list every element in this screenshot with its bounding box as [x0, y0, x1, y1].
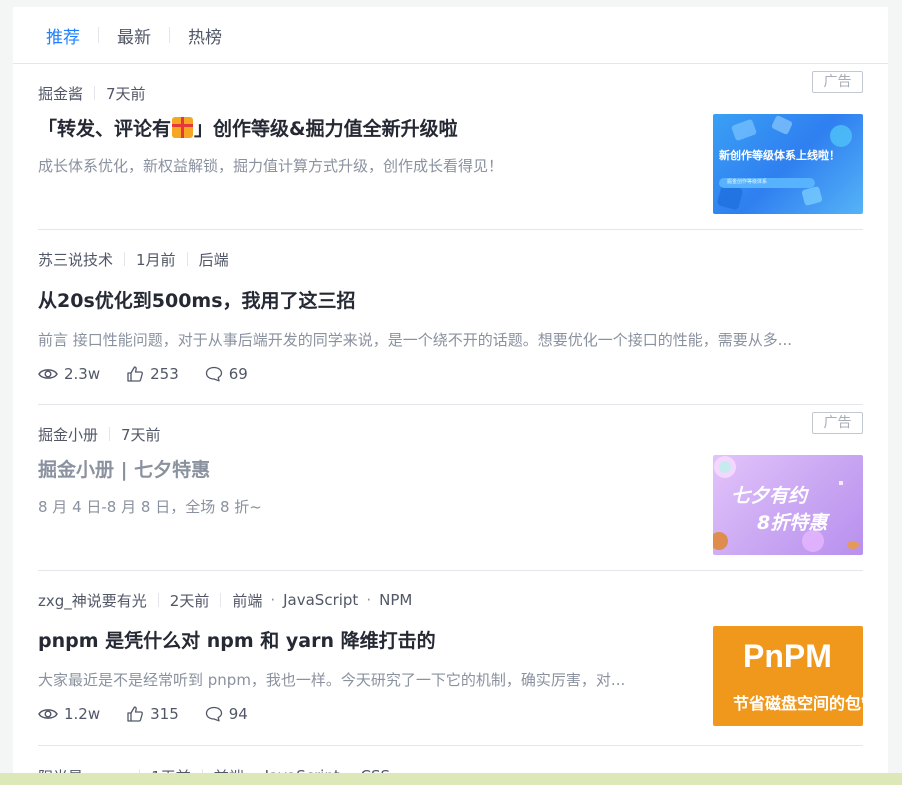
tag-link[interactable]: NPM [379, 591, 412, 609]
feed-entry-ad-course[interactable]: 掘金小册 7天前 广告 掘金小册 | 七夕特惠 8 月 4 日-8 月 8 日，… [38, 412, 863, 571]
thumbnail-subtext: 掘金创作等级体系 [727, 179, 768, 185]
like-count-value: 315 [150, 705, 179, 723]
meta-divider [124, 252, 126, 266]
meta-divider [109, 427, 111, 441]
tab-recommended[interactable]: 推荐 [46, 23, 80, 48]
tag-link[interactable]: JavaScript [283, 591, 358, 609]
eye-icon [38, 369, 58, 379]
publish-time: 2天前 [169, 591, 210, 610]
meta-divider [186, 252, 188, 266]
tag-link[interactable]: 前端 [232, 590, 262, 611]
feed-entry-article[interactable]: 苏三说技术 1月前 后端 从20s优化到500ms，我用了这三招 前言 接口性能… [38, 249, 863, 405]
meta-divider [157, 593, 159, 607]
entry-abstract: 成长体系优化，新权益解锁，掘力值计算方式升级，创作成长看得见！ [38, 157, 504, 175]
entry-meta: zxg_神说要有光 2天前 前端 · JavaScript · NPM [38, 590, 863, 610]
bottom-banner-strip [0, 773, 902, 785]
tab-divider [169, 27, 170, 43]
title-text-end: 」创作等级&掘力值全新升级啦 [194, 118, 458, 140]
view-count: 1.2w [38, 705, 100, 723]
tab-latest[interactable]: 最新 [117, 23, 151, 48]
entry-meta: 掘金酱 7天前 [38, 83, 863, 103]
view-count-value: 1.2w [64, 705, 101, 723]
entry-title[interactable]: pnpm 是凭什么对 npm 和 yarn 降维打击的 [38, 628, 703, 654]
thumbnail-line-2: 8折特惠 [757, 512, 828, 534]
entry-meta: 苏三说技术 1月前 后端 [38, 249, 863, 269]
publish-time: 1月前 [136, 250, 176, 269]
entry-abstract: 8 月 4 日-8 月 8 日，全场 8 折~ [38, 498, 262, 516]
thumbnail-line-1: 七夕有约 [731, 485, 808, 507]
thumbnail-caption: 节省磁盘空间的包管 [733, 694, 863, 713]
tag-separator: · [366, 591, 372, 609]
author-name[interactable]: 掘金小册 [38, 424, 98, 445]
meta-divider [94, 86, 96, 100]
comment-count-value: 94 [228, 705, 248, 723]
entry-abstract: 前言 接口性能问题，对于从事后端开发的同学来说，是一个绕不开的话题。想要优化一个… [38, 331, 793, 349]
comment-button[interactable]: 69 [205, 365, 248, 383]
tag-link[interactable]: 后端 [199, 249, 229, 270]
view-count-value: 2.3w [64, 365, 101, 383]
meta-divider [220, 593, 222, 607]
like-count-value: 253 [150, 365, 179, 383]
entry-title[interactable]: 从20s优化到500ms，我用了这三招 [38, 288, 863, 314]
entry-thumbnail[interactable]: 七夕有约 8折特惠 [713, 455, 863, 555]
like-button[interactable]: 315 [126, 705, 179, 723]
entry-meta: 掘金小册 7天前 [38, 424, 863, 444]
publish-time: 7天前 [121, 425, 161, 444]
author-name[interactable]: 掘金酱 [38, 83, 83, 104]
gift-icon [172, 117, 194, 138]
tab-hot[interactable]: 热榜 [188, 23, 222, 48]
comment-count-value: 69 [228, 365, 248, 383]
like-button[interactable]: 253 [126, 365, 179, 383]
ad-badge: 广告 [812, 412, 863, 434]
ad-badge: 广告 [812, 71, 863, 93]
feed-entry-article[interactable]: zxg_神说要有光 2天前 前端 · JavaScript · NPM pnpm… [38, 590, 863, 746]
tag-separator: · [270, 591, 276, 609]
view-count: 2.3w [38, 365, 100, 383]
entry-actions: 2.3w 253 69 [38, 365, 863, 383]
tab-divider [98, 27, 99, 43]
publish-time: 7天前 [106, 84, 146, 103]
thumbnail-headline: 新创作等级体系上线啦！ [719, 149, 840, 162]
thumbnail-decoration [717, 115, 852, 210]
entry-thumbnail[interactable]: 新创作等级体系上线啦！ 掘金创作等级体系 [713, 114, 863, 214]
thumbs-up-icon [127, 366, 144, 382]
feed-entry-ad-juejin[interactable]: 掘金酱 7天前 广告 「转发、评论有 」创作等级&掘力值全新升级啦 成长体系优化，… [38, 71, 863, 230]
author-name[interactable]: 苏三说技术 [38, 249, 113, 270]
entry-abstract: 大家最近是不是经常听到 pnpm，我也一样。今天研究了一下它的机制，确实厉害，对… [38, 671, 626, 689]
comment-icon [205, 366, 222, 382]
feed-tabs: 推荐 最新 热榜 [13, 7, 888, 64]
eye-icon [38, 709, 58, 719]
author-name[interactable]: zxg_神说要有光 [38, 590, 147, 611]
comment-button[interactable]: 94 [205, 705, 248, 723]
thumbs-up-icon [127, 706, 144, 722]
entry-thumbnail[interactable]: PnPM 节省磁盘空间的包管 [713, 626, 863, 726]
feed-card: 推荐 最新 热榜 掘金酱 7天前 广告 「转发、评论有 」创作等级&掘力值全新升级… [13, 7, 888, 785]
comment-icon [205, 706, 222, 722]
title-text-start: 「转发、评论有 [38, 118, 172, 140]
thumbnail-logo-text: PnPM [743, 638, 832, 674]
